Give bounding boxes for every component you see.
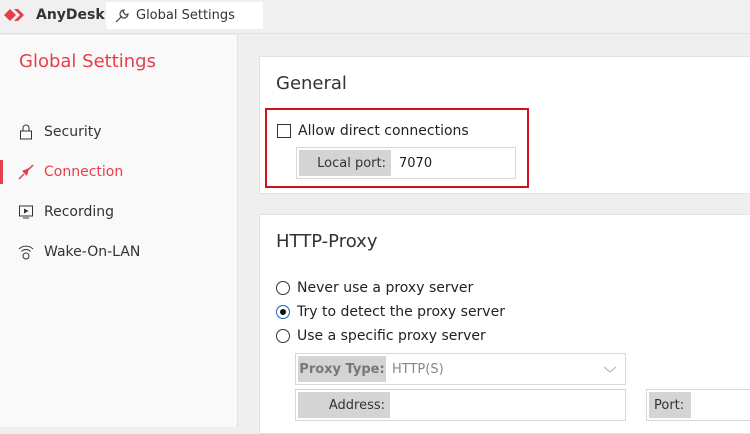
highlight-box: Allow direct connections Local port: 707… (265, 108, 529, 188)
allow-direct-checkbox[interactable]: Allow direct connections (277, 123, 469, 139)
radio-circle-selected[interactable] (276, 305, 290, 319)
tab-global-settings[interactable]: Global Settings (106, 2, 263, 29)
connection-icon (18, 164, 34, 180)
proxy-type-value: HTTP(S) (392, 361, 444, 377)
local-port-field[interactable]: Local port: 7070 (296, 147, 516, 179)
proxy-type-label: Proxy Type: (298, 356, 386, 382)
radio-circle[interactable] (276, 329, 290, 343)
sidebar-item-connection[interactable]: Connection (0, 157, 238, 187)
radio-label: Use a specific proxy server (297, 328, 486, 344)
sidebar-item-recording[interactable]: Recording (0, 197, 238, 227)
local-port-label: Local port: (299, 150, 391, 176)
sidebar-item-label: Connection (44, 164, 124, 180)
lock-icon (20, 124, 32, 140)
wrench-icon (115, 8, 129, 22)
proxy-type-select[interactable]: Proxy Type: HTTP(S) (295, 353, 626, 385)
address-label: Address: (298, 392, 390, 418)
sidebar-item-wake-on-lan[interactable]: Wake-On-LAN (0, 237, 238, 267)
sidebar-item-label: Security (44, 124, 102, 140)
radio-label: Never use a proxy server (297, 280, 474, 296)
radio-never-proxy[interactable]: Never use a proxy server (276, 280, 473, 296)
radio-label: Try to detect the proxy server (297, 304, 505, 320)
tab-label: Global Settings (136, 8, 235, 23)
radio-circle[interactable] (276, 281, 290, 295)
address-field[interactable]: Address: (295, 389, 626, 421)
general-section: General Allow direct connections Local p… (259, 56, 750, 194)
sidebar: Global Settings Security Connection Reco… (0, 35, 238, 427)
sidebar-item-security[interactable]: Security (0, 117, 238, 147)
title-bar: AnyDesk Global Settings (0, 0, 750, 34)
general-title: General (276, 73, 347, 94)
radio-detect-proxy[interactable]: Try to detect the proxy server (276, 304, 505, 320)
http-proxy-section: HTTP-Proxy Never use a proxy server Try … (259, 214, 750, 434)
proxy-title: HTTP-Proxy (276, 231, 378, 252)
sidebar-item-label: Recording (44, 204, 115, 220)
allow-direct-label: Allow direct connections (298, 123, 469, 139)
anydesk-logo-icon (4, 9, 24, 21)
address-input[interactable] (390, 392, 398, 418)
app-name: AnyDesk (36, 7, 105, 23)
wifi-power-icon (18, 245, 34, 260)
sidebar-title: Global Settings (19, 51, 156, 72)
recording-icon (19, 205, 33, 219)
radio-specific-proxy[interactable]: Use a specific proxy server (276, 328, 486, 344)
chevron-down-icon (603, 366, 617, 373)
port-input[interactable] (691, 392, 699, 418)
local-port-input[interactable]: 7070 (391, 150, 432, 176)
anydesk-logo: AnyDesk (4, 7, 105, 23)
port-label: Port: (649, 392, 691, 418)
checkbox-box[interactable] (277, 124, 291, 138)
port-field[interactable]: Port: (646, 389, 750, 421)
sidebar-item-label: Wake-On-LAN (44, 244, 141, 260)
